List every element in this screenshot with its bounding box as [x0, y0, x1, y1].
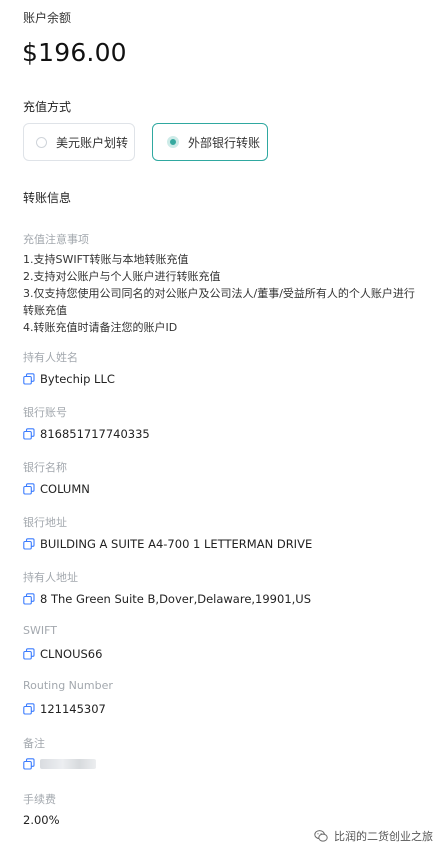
copy-icon[interactable]	[23, 483, 35, 495]
copy-icon[interactable]	[23, 538, 35, 550]
remark-value-redacted	[40, 759, 96, 769]
field-label-swift: SWIFT	[23, 624, 57, 637]
recharge-method-title: 充值方式	[23, 100, 72, 114]
holder-address-value: 8 The Green Suite B,Dover,Delaware,19901…	[40, 592, 312, 606]
radio-selected-icon	[167, 136, 179, 148]
field-row-routing-number[interactable]: 121145307	[23, 702, 106, 716]
field-label-remark: 备注	[23, 737, 45, 750]
method-usd-transfer-option[interactable]: 美元账户划转	[23, 123, 135, 161]
field-label-holder-name: 持有人姓名	[23, 351, 78, 364]
holder-name-value: Bytechip LLC	[40, 372, 115, 386]
bank-account-value: 816851717740335	[40, 427, 150, 441]
method-external-bank-option[interactable]: 外部银行转账	[152, 123, 268, 161]
copy-icon[interactable]	[23, 648, 35, 660]
field-row-bank-account[interactable]: 816851717740335	[23, 427, 150, 441]
field-row-holder-name[interactable]: Bytechip LLC	[23, 372, 115, 386]
field-row-bank-name[interactable]: COLUMN	[23, 482, 90, 496]
field-row-bank-address[interactable]: BUILDING A SUITE A4-700 1 LETTERMAN DRIV…	[23, 537, 312, 551]
field-label-bank-address: 银行地址	[23, 516, 67, 529]
routing-number-value: 121145307	[40, 702, 106, 716]
note-item: 3.仅支持您使用公司同名的对公账户及公司法人/董事/受益所有人的个人账户进行转账…	[23, 287, 415, 317]
field-row-remark[interactable]	[23, 758, 96, 770]
method-external-bank-label: 外部银行转账	[188, 135, 261, 150]
balance-label: 账户余额	[23, 11, 72, 25]
copy-icon[interactable]	[23, 703, 35, 715]
wechat-icon	[314, 830, 328, 842]
balance-value: $196.00	[22, 38, 127, 67]
copy-icon[interactable]	[23, 373, 35, 385]
note-item: 4.转账充值时请备注您的账户ID	[23, 321, 178, 334]
field-label-bank-name: 银行名称	[23, 461, 67, 474]
field-row-swift[interactable]: CLNOUS66	[23, 647, 102, 661]
field-label-fee: 手续费	[23, 793, 56, 806]
copy-icon[interactable]	[23, 593, 35, 605]
bank-address-value: BUILDING A SUITE A4-700 1 LETTERMAN DRIV…	[40, 537, 313, 551]
field-label-holder-address: 持有人地址	[23, 571, 78, 584]
copy-icon[interactable]	[23, 758, 35, 770]
notes-list: 1.支持SWIFT转账与本地转账充值 2.支持对公账户与个人账户进行转账充值 3…	[23, 251, 423, 336]
field-label-routing-number: Routing Number	[23, 679, 113, 692]
fee-value: 2.00%	[23, 813, 60, 827]
swift-value: CLNOUS66	[40, 647, 103, 661]
watermark: 比润的二货创业之旅	[314, 828, 433, 844]
notes-title: 充值注意事项	[23, 233, 89, 246]
bank-name-value: COLUMN	[40, 482, 90, 496]
radio-unselected-icon	[36, 136, 47, 148]
field-row-holder-address[interactable]: 8 The Green Suite B,Dover,Delaware,19901…	[23, 592, 311, 606]
method-usd-transfer-label: 美元账户划转	[56, 135, 129, 150]
note-item: 1.支持SWIFT转账与本地转账充值	[23, 253, 189, 266]
copy-icon[interactable]	[23, 428, 35, 440]
watermark-text: 比润的二货创业之旅	[334, 830, 433, 843]
transfer-info-title: 转账信息	[23, 191, 72, 205]
note-item: 2.支持对公账户与个人账户进行转账充值	[23, 270, 221, 283]
field-label-bank-account: 银行账号	[23, 406, 67, 419]
